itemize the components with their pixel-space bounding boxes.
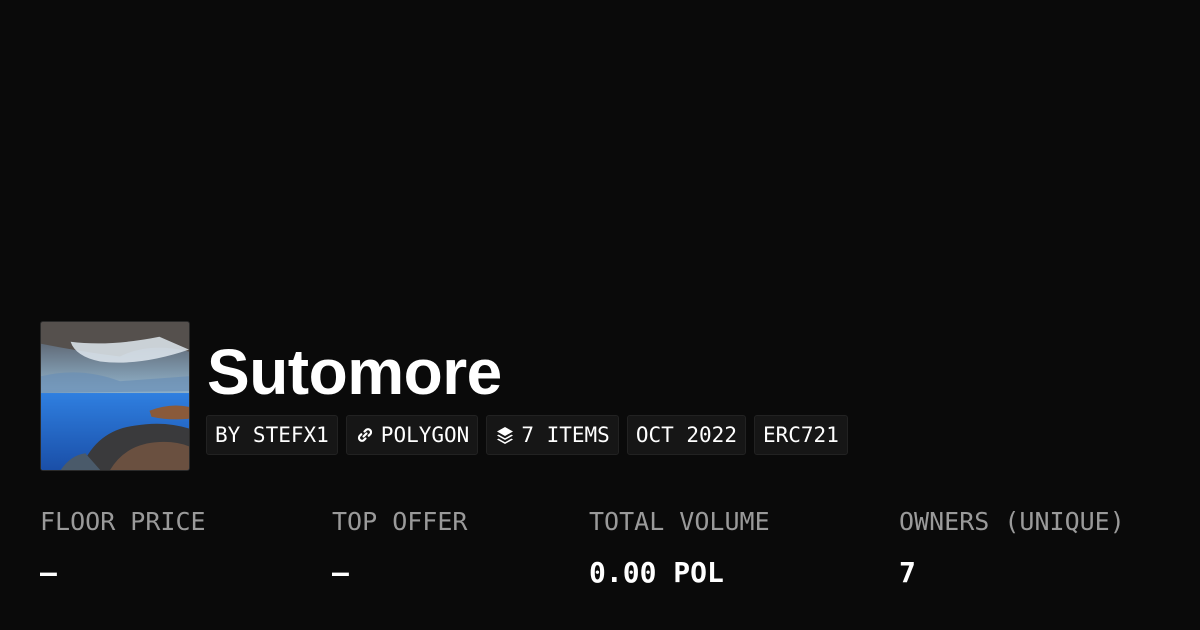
layers-icon <box>495 425 515 445</box>
standard-chip-label: ERC721 <box>762 423 839 447</box>
stat-value: – <box>40 556 57 589</box>
items-chip-label: 7 ITEMS <box>521 423 610 447</box>
stat-top-offer: TOP OFFER – <box>332 506 467 590</box>
stat-value: 0.00 POL <box>589 556 724 589</box>
stat-total-volume: TOTAL VOLUME 0.00 POL <box>589 506 770 590</box>
standard-chip: ERC721 <box>753 415 848 455</box>
stat-value: 7 <box>899 556 916 589</box>
collection-meta-chips: BY STEFX1 POLYGON 7 ITEMS OCT 2022 ERC72… <box>206 415 848 455</box>
link-icon <box>355 425 375 445</box>
stat-label: TOP OFFER <box>332 507 468 536</box>
date-chip-label: OCT 2022 <box>635 423 737 447</box>
collection-card: Sutomore BY STEFX1 POLYGON 7 ITEMS OCT 2… <box>0 0 1200 630</box>
chain-chip[interactable]: POLYGON <box>345 415 479 455</box>
stat-floor-price: FLOOR PRICE – <box>40 506 206 590</box>
collection-artwork <box>41 322 189 470</box>
stat-label: FLOOR PRICE <box>40 507 206 536</box>
collection-image[interactable] <box>40 321 190 471</box>
collection-title: Sutomore <box>207 336 502 408</box>
stat-label: OWNERS (UNIQUE) <box>899 507 1125 536</box>
creator-chip-label: BY STEFX1 <box>215 423 329 447</box>
stat-value: – <box>332 556 349 589</box>
stat-owners: OWNERS (UNIQUE) 7 <box>899 506 1125 590</box>
items-chip[interactable]: 7 ITEMS <box>486 415 619 455</box>
date-chip: OCT 2022 <box>626 415 746 455</box>
creator-chip[interactable]: BY STEFX1 <box>206 415 338 455</box>
chain-chip-label: POLYGON <box>380 423 470 447</box>
stat-label: TOTAL VOLUME <box>589 507 770 536</box>
